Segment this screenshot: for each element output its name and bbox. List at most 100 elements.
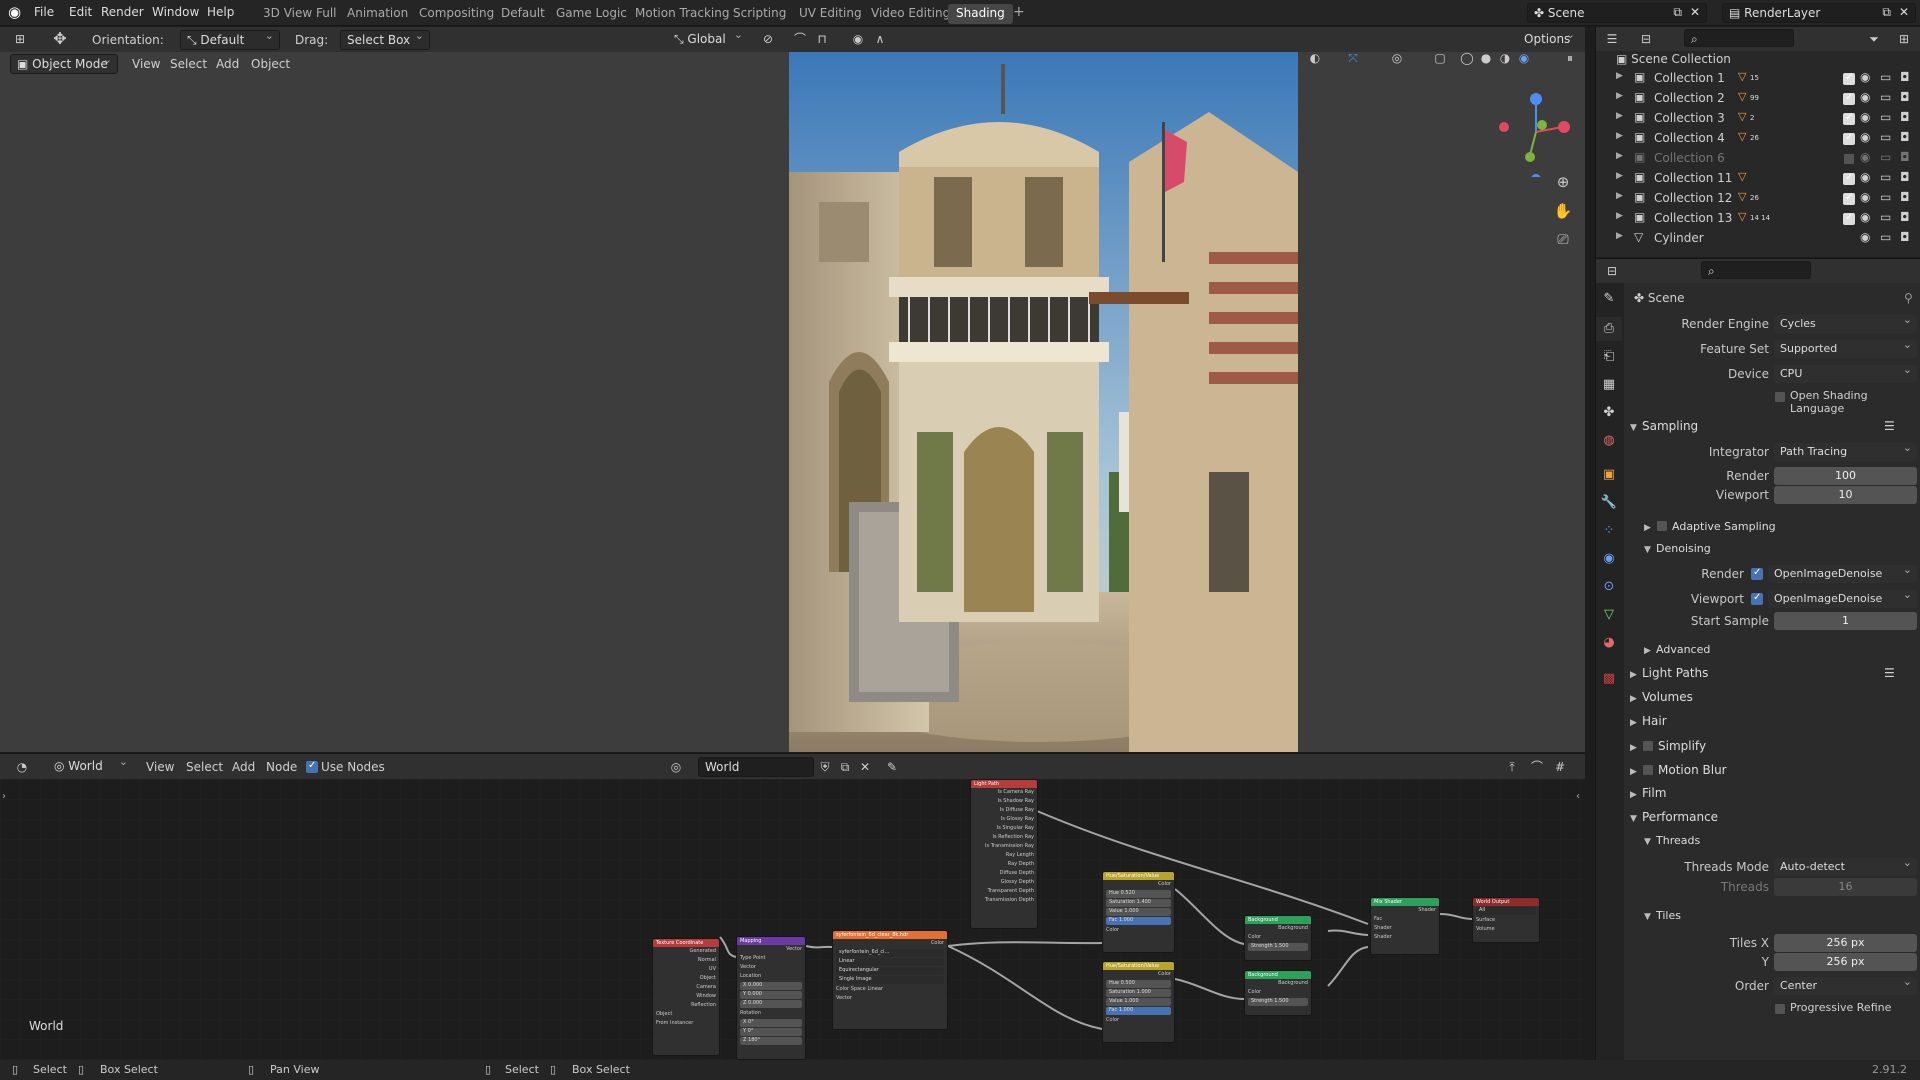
camera-icon[interactable]: ◘ bbox=[1900, 170, 1910, 184]
render-tab-icon[interactable]: ⎙ bbox=[1596, 317, 1622, 341]
editor-type-icon[interactable]: ⊞ bbox=[10, 29, 30, 49]
node-environment-texture[interactable]: syferfontein_6d_clear_8k.hdr Color syfer… bbox=[832, 930, 948, 1030]
constraints-tab-icon[interactable]: ⊙ bbox=[1596, 575, 1622, 599]
tiles-subpanel[interactable]: ▼ Tiles bbox=[1644, 909, 1681, 922]
outliner-item[interactable]: ▶ ▣ Collection 6 ◉ ▭ ◘ bbox=[1596, 149, 1916, 169]
texture-tab-icon[interactable]: ▩ bbox=[1596, 667, 1622, 691]
monitor-icon[interactable]: ▭ bbox=[1880, 110, 1891, 124]
node-background[interactable]: Background Background Color Strength 1.5… bbox=[1244, 915, 1312, 961]
tiles-y-field[interactable]: 256 px bbox=[1774, 953, 1917, 971]
motion-blur-panel[interactable]: ▶ Motion Blur bbox=[1630, 762, 1727, 777]
denoising-subpanel[interactable]: ▼ Denoising bbox=[1644, 542, 1711, 555]
scene-collection-row[interactable]: ▣ Scene Collection bbox=[1616, 52, 1731, 66]
snapping-icon[interactable]: ⌒ bbox=[1527, 757, 1547, 777]
outliner-item[interactable]: ▶ ▽ Cylinder ◉ ▭ ◘ bbox=[1596, 229, 1916, 249]
object-mode-dropdown[interactable]: ▣ Object Mode bbox=[10, 54, 118, 74]
camera-icon[interactable]: ◘ bbox=[1900, 70, 1910, 84]
copy-icon[interactable]: ⧉ bbox=[1882, 5, 1891, 20]
outliner-item[interactable]: ▶ ▣ Collection 4 ▽26 ◉ ▭ ◘ bbox=[1596, 129, 1916, 149]
expand-arrow-icon[interactable]: ▶ bbox=[1616, 191, 1623, 201]
world-name-field[interactable]: World bbox=[698, 757, 814, 777]
render-engine-dropdown[interactable]: Cycles bbox=[1774, 313, 1917, 333]
presets-icon[interactable]: ☰ bbox=[1884, 419, 1895, 433]
expand-arrow-icon[interactable]: ▶ bbox=[1616, 131, 1623, 141]
use-nodes-checkbox[interactable] bbox=[306, 760, 318, 773]
visibility-toggle-icon[interactable]: ◐ bbox=[1305, 48, 1325, 68]
node-menu-node[interactable]: Node bbox=[266, 760, 297, 774]
orientation-dropdown[interactable]: ⤡ Default bbox=[180, 30, 280, 50]
gizmo-toggle-icon[interactable]: ⤧ bbox=[1343, 48, 1363, 68]
sidebar-expand-arrow-icon[interactable]: ‹ bbox=[1576, 791, 1580, 802]
display-mode-icon[interactable]: ⊟ bbox=[1636, 29, 1656, 49]
copy-icon[interactable]: ⧉ bbox=[1673, 5, 1682, 20]
viewport-menu-object[interactable]: Object bbox=[251, 57, 290, 71]
exclude-checkbox[interactable] bbox=[1843, 212, 1855, 225]
world-browse-icon[interactable]: ◎ bbox=[666, 757, 686, 777]
monitor-icon[interactable]: ▭ bbox=[1880, 70, 1891, 84]
node-hue-saturation-value[interactable]: Hue/Saturation/Value Color Hue 0.500 Sat… bbox=[1102, 961, 1175, 1043]
new-collection-icon[interactable]: ⊞ bbox=[1894, 29, 1914, 49]
menu-file[interactable]: File bbox=[34, 5, 54, 19]
node-strength-slider[interactable]: Strength 1.500 bbox=[1248, 943, 1308, 951]
eye-icon[interactable]: ◉ bbox=[1860, 150, 1870, 164]
menu-window[interactable]: Window bbox=[152, 5, 199, 19]
camera-icon[interactable]: ◘ bbox=[1900, 90, 1910, 104]
options-dropdown[interactable]: Options bbox=[1518, 30, 1580, 50]
integrator-dropdown[interactable]: Path Tracing bbox=[1774, 441, 1917, 461]
proportional-edit-icon[interactable]: ◉ bbox=[848, 29, 868, 49]
material-shading-icon[interactable]: ◑ bbox=[1495, 48, 1515, 68]
unlink-icon[interactable]: ✕ bbox=[855, 757, 875, 777]
eye-icon[interactable]: ◉ bbox=[1860, 230, 1870, 244]
tab-video-editing[interactable]: Video Editing bbox=[863, 4, 958, 24]
camera-icon[interactable]: ◘ bbox=[1900, 150, 1910, 164]
xray-toggle-icon[interactable]: ▢ bbox=[1430, 48, 1450, 68]
modifier-tab-icon[interactable]: 🔧 bbox=[1596, 491, 1622, 515]
monitor-icon[interactable]: ▭ bbox=[1880, 230, 1891, 244]
adaptive-sampling-checkbox[interactable] bbox=[1656, 520, 1668, 532]
performance-panel[interactable]: ▼ Performance bbox=[1630, 810, 1718, 824]
node-source-dropdown[interactable]: Single Image bbox=[836, 976, 944, 984]
snap-icon[interactable]: ⌒ bbox=[790, 29, 810, 49]
sampling-panel-header[interactable]: ▼ Sampling bbox=[1630, 419, 1698, 433]
feature-set-dropdown[interactable]: Supported bbox=[1774, 338, 1917, 358]
node-interpolation-dropdown[interactable]: Linear bbox=[836, 958, 944, 966]
data-tab-icon[interactable]: ▽ bbox=[1596, 603, 1622, 627]
outliner-item[interactable]: ▶ ▣ Collection 2 ▽99 ◉ ▭ ◘ bbox=[1596, 89, 1916, 109]
camera-icon[interactable]: ◘ bbox=[1900, 210, 1910, 224]
viewport-menu-view[interactable]: View bbox=[132, 57, 160, 71]
pin-icon[interactable]: ⚲ bbox=[1904, 291, 1913, 305]
viewport-menu-select[interactable]: Select bbox=[170, 57, 207, 71]
denoise-viewport-dropdown[interactable]: OpenImageDenoise bbox=[1768, 588, 1917, 608]
rendered-shading-icon[interactable]: ◉ bbox=[1514, 48, 1534, 68]
eye-icon[interactable]: ◉ bbox=[1860, 70, 1870, 84]
viewport-samples-field[interactable]: 10 bbox=[1774, 486, 1917, 504]
denoise-viewport-checkbox[interactable] bbox=[1751, 592, 1763, 605]
film-panel[interactable]: ▶ Film bbox=[1630, 786, 1666, 800]
node-fac-slider[interactable]: Fac 1.000 bbox=[1106, 917, 1171, 925]
camera-icon[interactable]: ◘ bbox=[1900, 110, 1910, 124]
exclude-checkbox[interactable] bbox=[1843, 153, 1855, 165]
output-tab-icon[interactable]: ⎗ bbox=[1596, 345, 1622, 369]
camera-icon[interactable]: ◘ bbox=[1900, 190, 1910, 204]
simplify-panel[interactable]: ▶ Simplify bbox=[1630, 738, 1706, 753]
tab-animation[interactable]: Animation bbox=[339, 4, 416, 24]
properties-editor-type-icon[interactable]: ⊟ bbox=[1602, 261, 1622, 281]
tab-game-logic[interactable]: Game Logic bbox=[548, 4, 635, 24]
node-hue-slider[interactable]: Hue 0.520 bbox=[1106, 890, 1171, 898]
volumes-panel[interactable]: ▶ Volumes bbox=[1630, 690, 1693, 704]
node-menu-add[interactable]: Add bbox=[232, 760, 255, 774]
node-from-instancer[interactable]: From Instancer bbox=[653, 1019, 719, 1028]
pan-hand-icon[interactable]: ✋ bbox=[1553, 201, 1573, 221]
3d-viewport[interactable]: ▣ Object Mode View Select Add Object bbox=[0, 51, 1585, 752]
monitor-icon[interactable]: ▭ bbox=[1880, 190, 1891, 204]
falloff-icon[interactable]: ∧ bbox=[870, 29, 890, 49]
solid-shading-icon[interactable]: ● bbox=[1476, 48, 1496, 68]
pivot-icon[interactable]: ⊘ bbox=[758, 29, 778, 49]
node-menu-view[interactable]: View bbox=[146, 760, 174, 774]
camera-icon[interactable]: ◘ bbox=[1900, 130, 1910, 144]
monitor-icon[interactable]: ▭ bbox=[1880, 210, 1891, 224]
view-layer-selector[interactable]: ▤ RenderLayer ⧉ ✕ bbox=[1722, 3, 1916, 23]
scene-selector[interactable]: ✤ Scene ⧉ ✕ bbox=[1527, 3, 1707, 23]
close-icon[interactable]: ✕ bbox=[1899, 5, 1909, 19]
light-paths-panel[interactable]: ▶ Light Paths bbox=[1630, 666, 1708, 680]
